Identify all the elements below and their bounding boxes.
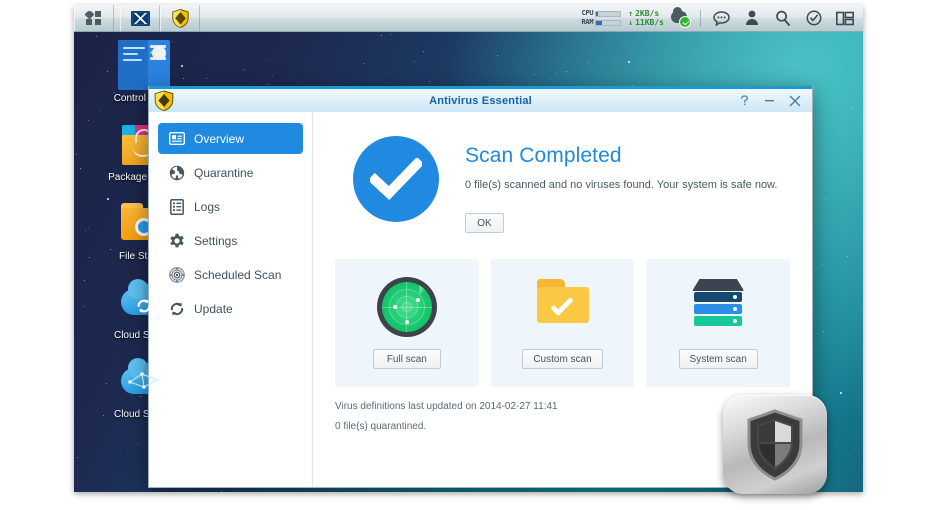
check-circle-icon: [353, 136, 439, 222]
taskbar-tray: CPU RAM ↑ 2KB/s ↓ 11KB/s: [582, 5, 863, 31]
window-titlebar[interactable]: Antivirus Essential: [149, 86, 812, 112]
ok-button[interactable]: OK: [465, 213, 504, 233]
upload-speed-value: 2KB/s: [635, 9, 659, 18]
grid-icon: [86, 11, 103, 26]
tile-full-scan[interactable]: Full scan: [335, 259, 479, 387]
download-speed-row: ↓ 11KB/s: [628, 18, 664, 27]
cpu-label: CPU: [582, 9, 594, 18]
control-panel-icon: [118, 40, 170, 90]
search-icon[interactable]: [772, 8, 794, 28]
ram-meter-bar: [595, 20, 621, 26]
widgets-icon[interactable]: [803, 8, 825, 28]
main-menu-button[interactable]: [74, 5, 114, 31]
sidebar-item-label: Scheduled Scan: [194, 268, 281, 282]
system-health-status-icon[interactable]: [671, 8, 691, 28]
gear-icon: [168, 232, 185, 249]
tile-custom-scan[interactable]: Custom scan: [491, 259, 635, 387]
system-scan-button[interactable]: System scan: [679, 349, 758, 369]
cpu-meter-row: CPU: [582, 9, 622, 18]
sidebar-item-settings[interactable]: Settings: [158, 225, 303, 256]
ram-meter-row: RAM: [582, 18, 622, 27]
page-title: Scan Completed: [465, 144, 777, 168]
pilot-view-icon[interactable]: [834, 8, 856, 28]
download-speed-value: 11KB/s: [635, 18, 664, 27]
quarantine-icon: [168, 164, 185, 181]
sidebar-item-overview[interactable]: Overview: [158, 123, 303, 154]
user-options-icon[interactable]: [741, 8, 763, 28]
network-speed-widget: ↑ 2KB/s ↓ 11KB/s: [628, 9, 664, 27]
resource-monitor-button[interactable]: [120, 5, 160, 31]
footer-notes: Virus definitions last updated on 2014-0…: [335, 401, 790, 432]
window-body: Overview Quarantine: [149, 112, 812, 487]
download-arrow-icon: ↓: [628, 18, 633, 27]
tile-system-scan[interactable]: System scan: [646, 259, 790, 387]
window-controls: [738, 94, 812, 107]
full-scan-button[interactable]: Full scan: [373, 349, 441, 369]
antivirus-shield-logo: [723, 395, 827, 494]
sidebar-item-label: Logs: [194, 200, 220, 214]
sidebar-item-label: Settings: [194, 234, 237, 248]
radar-icon: [371, 275, 443, 341]
chart-monitor-icon: [131, 11, 150, 26]
antivirus-taskbar-button[interactable]: [160, 5, 200, 31]
upload-speed-row: ↑ 2KB/s: [628, 9, 664, 18]
help-button[interactable]: [738, 94, 751, 107]
taskbar-app-buttons: [74, 5, 200, 31]
tray-divider: [700, 10, 701, 27]
sidebar: Overview Quarantine: [149, 112, 313, 487]
shield-icon: [745, 409, 805, 481]
scan-status-text: Scan Completed 0 file(s) scanned and no …: [465, 130, 777, 233]
sidebar-item-scheduled-scan[interactable]: Scheduled Scan: [158, 259, 303, 290]
sidebar-item-label: Quarantine: [194, 166, 253, 180]
sidebar-item-update[interactable]: Update: [158, 293, 303, 324]
sidebar-item-label: Overview: [194, 132, 244, 146]
resource-meters: CPU RAM: [582, 9, 622, 27]
taskbar-spacer: [200, 5, 582, 31]
logs-icon: [168, 198, 185, 215]
upload-arrow-icon: ↑: [628, 9, 633, 18]
ram-label: RAM: [582, 18, 594, 27]
custom-scan-button[interactable]: Custom scan: [522, 349, 602, 369]
server-stack-icon: [682, 275, 754, 341]
cpu-meter-bar: [595, 11, 621, 17]
shield-yellow-icon: [172, 9, 189, 28]
minimize-button[interactable]: [763, 94, 776, 107]
sidebar-item-label: Update: [194, 302, 233, 316]
close-button[interactable]: [788, 94, 801, 107]
notifications-icon[interactable]: [710, 8, 732, 28]
scan-tiles: Full scan Custom scan: [335, 259, 790, 387]
folder-check-icon: [527, 275, 599, 341]
virus-definitions-note: Virus definitions last updated on 2014-0…: [335, 401, 790, 412]
antivirus-window: Antivirus Essential: [148, 86, 813, 488]
sidebar-item-logs[interactable]: Logs: [158, 191, 303, 222]
update-icon: [168, 300, 185, 317]
taskbar: CPU RAM ↑ 2KB/s ↓ 11KB/s: [74, 5, 863, 32]
window-title: Antivirus Essential: [149, 95, 812, 107]
scan-description: 0 file(s) scanned and no viruses found. …: [465, 179, 777, 191]
overview-icon: [168, 130, 185, 147]
system-monitor-widget[interactable]: CPU RAM ↑ 2KB/s ↓ 11KB/s: [582, 8, 691, 28]
scheduled-scan-icon: [168, 266, 185, 283]
scan-status-row: Scan Completed 0 file(s) scanned and no …: [335, 130, 790, 233]
quarantined-count-note: 0 file(s) quarantined.: [335, 421, 790, 432]
sidebar-item-quarantine[interactable]: Quarantine: [158, 157, 303, 188]
